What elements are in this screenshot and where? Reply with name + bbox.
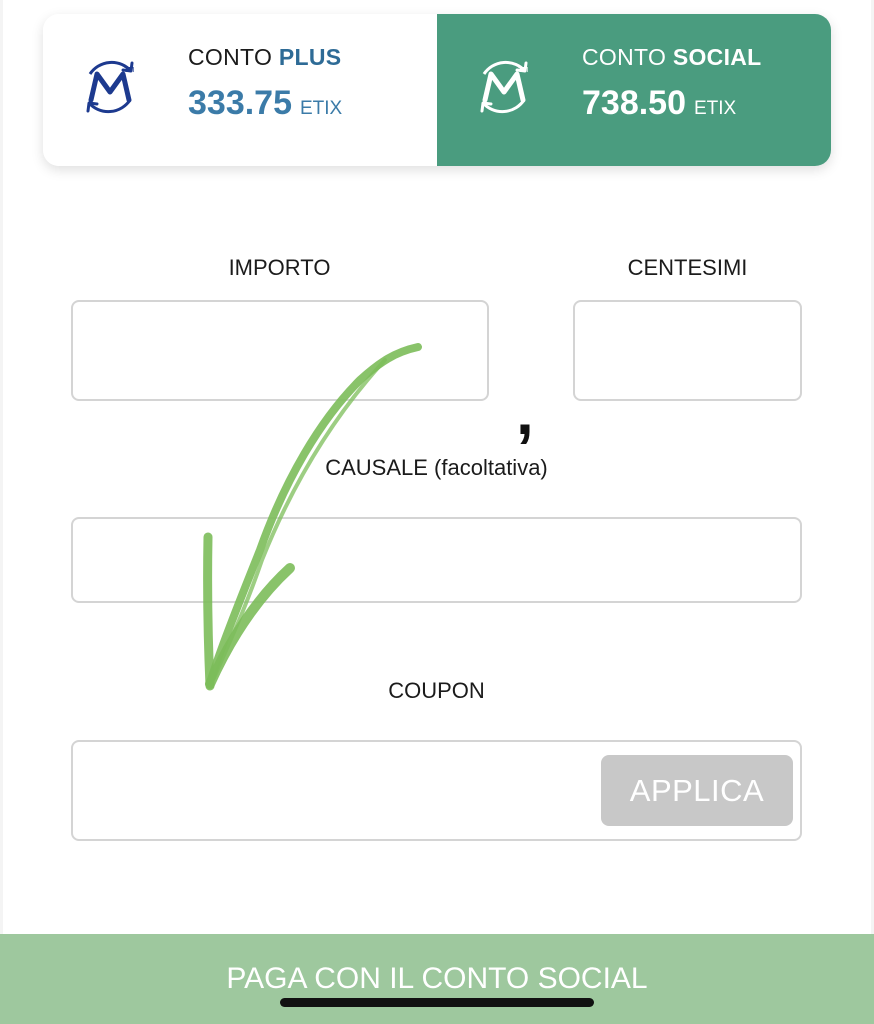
importo-label: IMPORTO (228, 255, 331, 280)
account-plus-unit: ETIX (300, 98, 343, 119)
centesimi-label: CENTESIMI (627, 255, 748, 280)
causale-input[interactable] (71, 517, 802, 603)
account-card-plus[interactable]: TM CONTO PLUS 333.75 ETIX (43, 14, 437, 166)
account-selector: TM CONTO PLUS 333.75 ETIX TM CONTO SOCIAL… (43, 14, 831, 166)
pay-button-label: PAGA CON IL CONTO SOCIAL (226, 962, 648, 995)
home-indicator (280, 998, 594, 1007)
m-cycle-logo-icon: TM (86, 60, 134, 114)
screen-edge-left (0, 0, 3, 1024)
pay-button[interactable]: PAGA CON IL CONTO SOCIAL (0, 934, 874, 1024)
importo-input[interactable] (71, 300, 489, 401)
svg-text:TM: TM (517, 66, 528, 74)
applica-button[interactable]: APPLICA (601, 755, 793, 826)
account-social-amount: 738.50 (582, 84, 686, 122)
account-plus-amount: 333.75 (188, 84, 292, 122)
coupon-label: COUPON (388, 678, 485, 703)
causale-label: CAUSALE (facoltativa) (325, 455, 548, 480)
m-cycle-logo-icon: TM (480, 60, 528, 114)
account-social-unit: ETIX (694, 98, 737, 119)
account-plus-title-prefix: CONTO (188, 44, 273, 70)
svg-text:TM: TM (123, 66, 134, 74)
account-social-title-prefix: CONTO (582, 44, 667, 70)
decimal-separator: , (516, 376, 534, 448)
account-plus-title-highlight: PLUS (278, 44, 342, 70)
account-plus-title: CONTO PLUS (188, 42, 342, 72)
account-social-balance: 738.50 ETIX (582, 84, 762, 123)
account-social-title-highlight: SOCIAL (672, 44, 762, 70)
account-card-social[interactable]: TM CONTO SOCIAL 738.50 ETIX (437, 14, 831, 166)
account-social-title: CONTO SOCIAL (582, 42, 762, 72)
account-plus-info: CONTO PLUS 333.75 ETIX (188, 42, 342, 123)
account-social-info: CONTO SOCIAL 738.50 ETIX (582, 42, 762, 123)
centesimi-input[interactable] (573, 300, 802, 401)
account-plus-balance: 333.75 ETIX (188, 84, 342, 123)
